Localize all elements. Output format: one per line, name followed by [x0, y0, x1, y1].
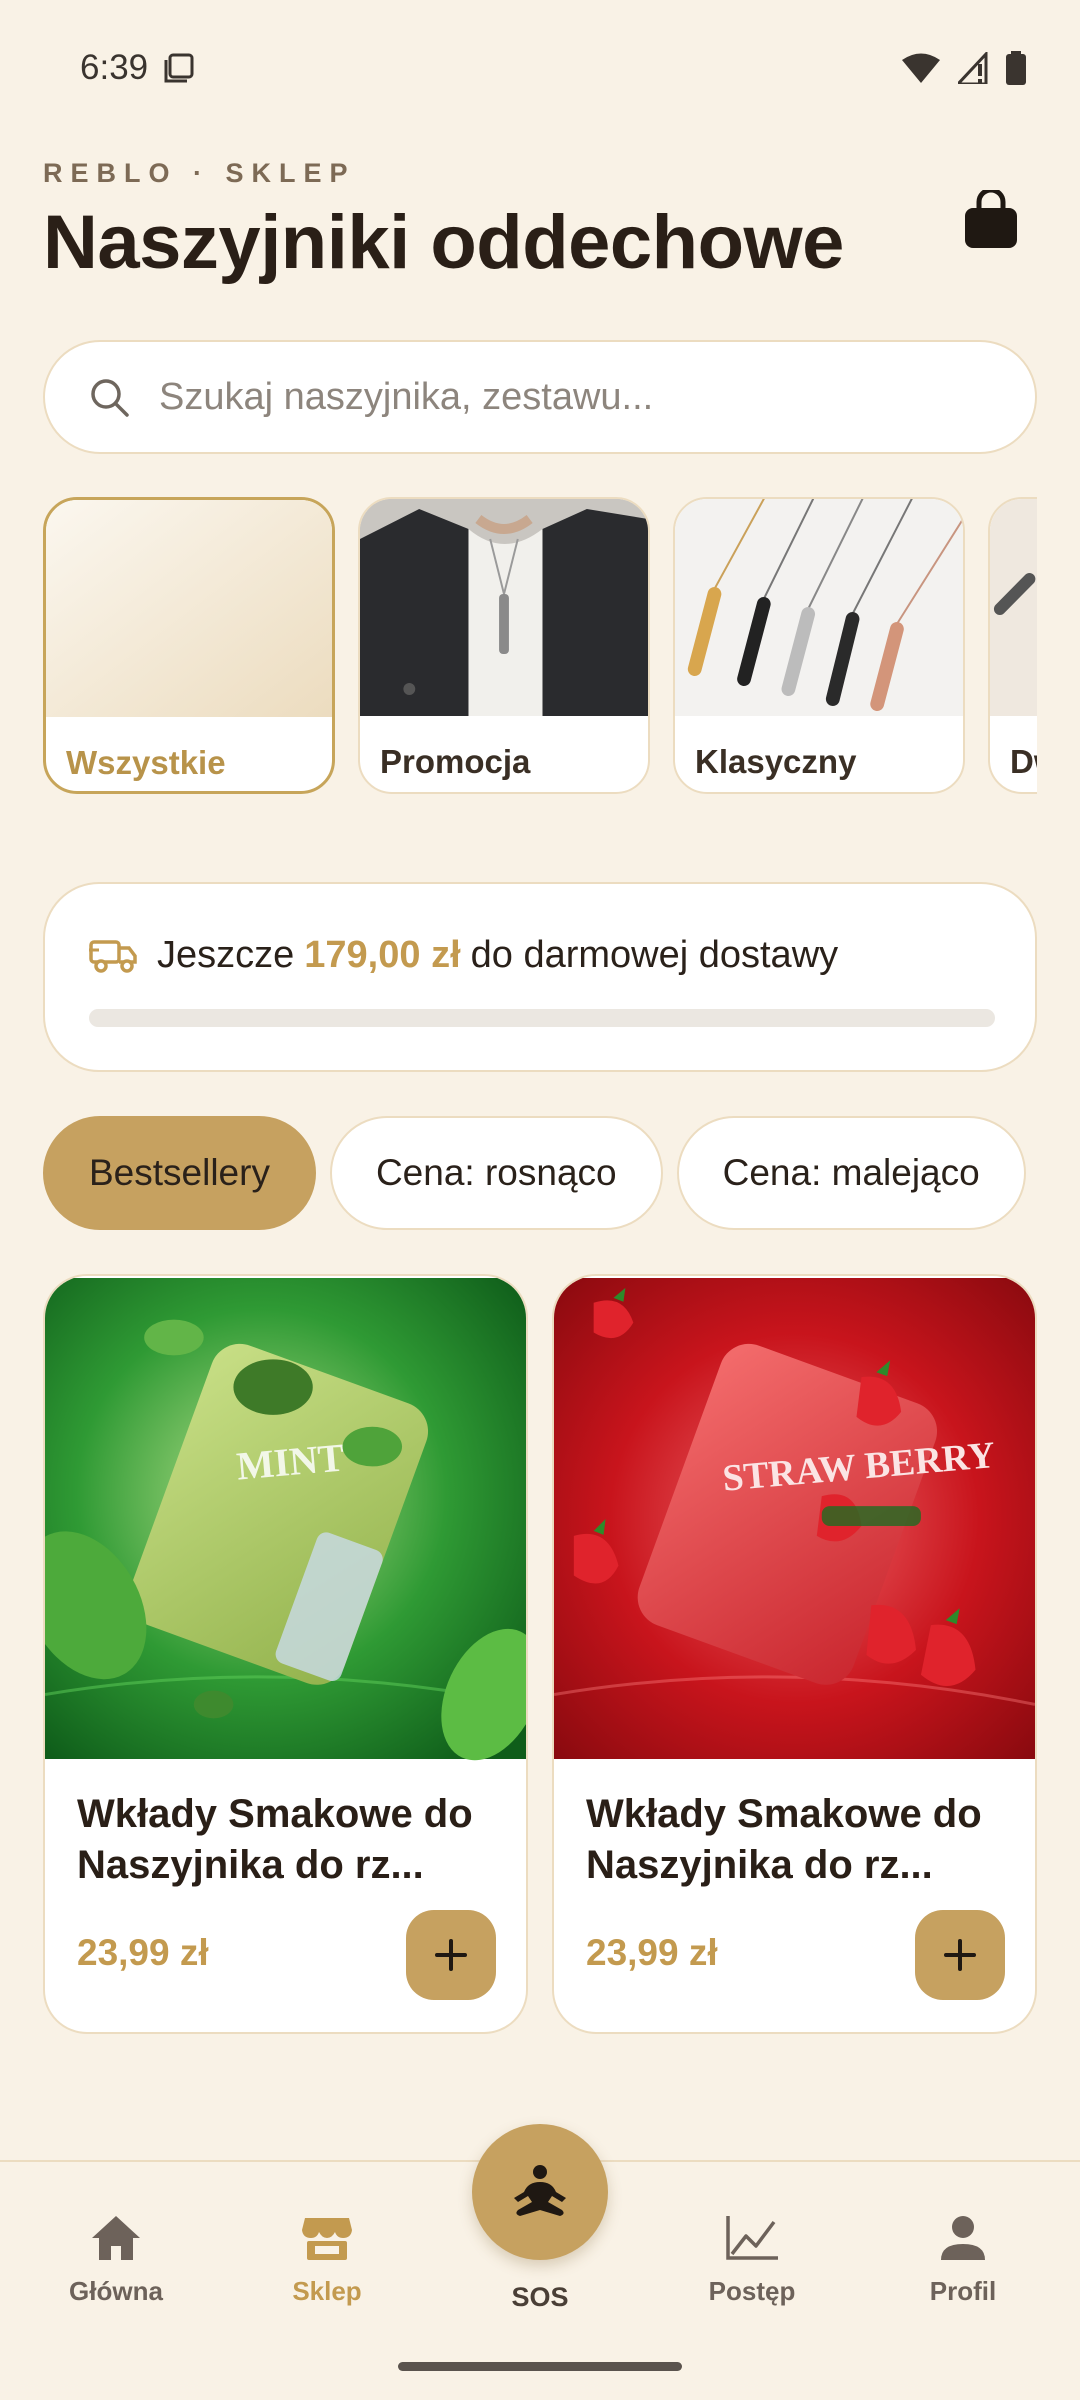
shipping-progress-bar: [89, 1009, 995, 1027]
product-name: Wkłady Smakowe do Naszyjnika do rz...: [77, 1792, 473, 1887]
store-overline: REBLO · SKLEP: [43, 158, 356, 188]
signal-icon: [958, 52, 988, 84]
product-card-strawberry[interactable]: STRAW BERRY Wkłady Smakowe do Naszyjnika…: [552, 1274, 1037, 2034]
nav-label: Postęp: [708, 2276, 796, 2306]
product-price: 23,99 zł: [77, 1932, 209, 1973]
product-name: Wkłady Smakowe do Naszyjnika do rz...: [586, 1792, 982, 1887]
sort-chips: Bestsellery Cena: rosnąco Cena: malejąco: [43, 1116, 1037, 1232]
product-card-mint[interactable]: MINT Wkłady Smakowe do Naszyjnika do rz.…: [43, 1274, 528, 2034]
status-bar: 6:39: [0, 0, 1080, 136]
search-bar[interactable]: [43, 340, 1037, 454]
category-card-classic[interactable]: Klasyczny: [673, 497, 965, 794]
status-time: 6:39: [80, 48, 149, 87]
screen-cast-icon: [164, 53, 194, 83]
category-carousel: Wszystkie Promocja Klasyczny D: [43, 497, 1037, 794]
battery-icon: [1006, 51, 1026, 85]
category-image: [675, 499, 963, 716]
product-image-strawberry: STRAW BERRY: [554, 1278, 1035, 1759]
nav-item-progress[interactable]: Postęp: [672, 2214, 832, 2307]
shipping-text-after: do darmowej dostawy: [470, 934, 839, 976]
sort-chip-price-desc[interactable]: Cena: malejąco: [676, 1116, 1026, 1230]
product-price: 23,99 zł: [586, 1932, 718, 1973]
shipping-text-before: Jeszcze: [157, 934, 295, 976]
free-shipping-card: Jeszcze 179,00 zł do darmowej dostawy: [43, 882, 1037, 1072]
nav-item-profile[interactable]: Profil: [883, 2214, 1043, 2307]
category-card-double[interactable]: Dw: [988, 497, 1037, 794]
sos-label: SOS: [511, 2282, 569, 2312]
nav-label: Sklep: [292, 2276, 362, 2306]
nav-item-home[interactable]: Główna: [36, 2214, 196, 2307]
nav-item-shop[interactable]: Sklep: [247, 2214, 407, 2307]
delivery-truck-icon: [89, 939, 137, 973]
profile-icon: [941, 2216, 985, 2260]
product-grid: MINT Wkłady Smakowe do Naszyjnika do rz.…: [43, 1274, 1037, 2034]
page-header: REBLO · SKLEP Naszyjniki oddechowe: [43, 158, 1037, 286]
sort-chip-bestsellers[interactable]: Bestsellery: [43, 1116, 316, 1230]
home-icon: [92, 2216, 140, 2260]
search-icon: [91, 379, 129, 417]
meditation-icon: [514, 2165, 566, 2216]
category-label: Dw: [1010, 743, 1037, 780]
shipping-remaining-amount: 179,00 zł: [304, 934, 461, 976]
product-image-mint: MINT: [45, 1278, 526, 1761]
add-to-cart-button[interactable]: [406, 1910, 496, 2000]
cart-button[interactable]: [955, 184, 1027, 256]
category-label: Wszystkie: [66, 744, 226, 781]
plus-icon: [944, 1939, 976, 1971]
search-input[interactable]: [159, 375, 979, 419]
nav-label: Główna: [69, 2276, 163, 2306]
wifi-icon: [902, 53, 940, 83]
shopping-bag-icon: [965, 190, 1017, 248]
sos-button[interactable]: [472, 2124, 608, 2260]
home-indicator[interactable]: [398, 2362, 682, 2371]
pouch-label-mint: MINT: [235, 1435, 346, 1488]
plus-icon: [435, 1939, 467, 1971]
add-to-cart-button[interactable]: [915, 1910, 1005, 2000]
category-label: Klasyczny: [695, 743, 857, 780]
category-image: [46, 500, 332, 717]
category-card-all[interactable]: Wszystkie: [43, 497, 335, 794]
category-card-promo[interactable]: Promocja: [358, 497, 650, 794]
storefront-icon: [302, 2218, 352, 2260]
nav-label: Profil: [929, 2276, 997, 2306]
sort-chip-price-asc[interactable]: Cena: rosnąco: [329, 1116, 663, 1230]
category-image: [990, 499, 1037, 716]
page-title: Naszyjniki oddechowe: [43, 200, 844, 285]
category-image: [360, 499, 648, 716]
category-label: Promocja: [380, 743, 531, 780]
chart-line-icon: [726, 2216, 778, 2260]
